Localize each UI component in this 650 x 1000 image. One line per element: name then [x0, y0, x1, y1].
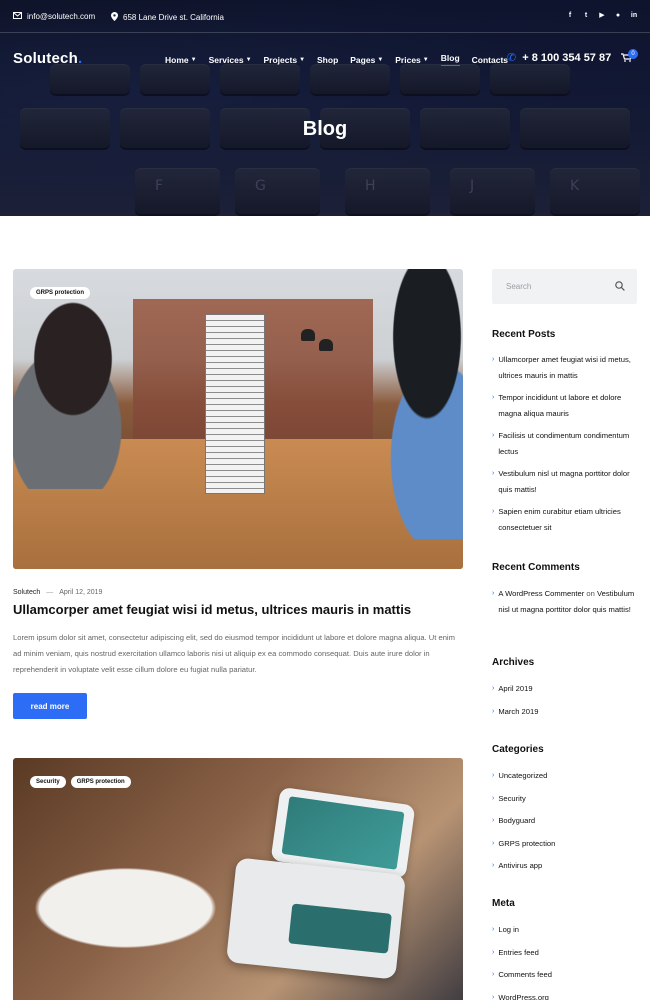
- chevron-right-icon: ›: [492, 432, 495, 439]
- search-input[interactable]: [492, 269, 612, 304]
- post-featured-image[interactable]: GRPS protection: [13, 269, 463, 569]
- chevron-right-icon: ›: [492, 707, 495, 715]
- recent-comment-item: › A WordPress Commenter on Vestibulum ni…: [492, 586, 638, 618]
- archives-title: Archives: [492, 657, 535, 668]
- read-more-button[interactable]: read more: [13, 693, 87, 719]
- meta-separator: —: [46, 589, 54, 596]
- categories-list: › Uncategorized › Security › Bodyguard › GRP…: [492, 768, 638, 881]
- main-navbar: Solutech. Home ▼ Services ▼ Projects ▼ Shop…: [0, 38, 650, 78]
- list-item[interactable]: › March 2019: [492, 704, 638, 727]
- chevron-right-icon: ›: [492, 794, 495, 802]
- main-menu: Home ▼ Services ▼ Projects ▼ Shop Pages ▼ Pr…: [165, 53, 508, 66]
- map-pin-icon: [111, 12, 118, 23]
- post-tags: GRPS protection: [30, 287, 91, 299]
- top-bar: info@solutech.com 658 Lane Drive st. Cal…: [0, 0, 650, 33]
- address-text: 658 Lane Drive st. California: [123, 13, 224, 22]
- list-item[interactable]: › Facilisis ut condimentum condimentum le…: [492, 428, 638, 460]
- chevron-down-icon: ▼: [190, 56, 197, 63]
- chevron-right-icon: ›: [492, 470, 495, 477]
- phone-number: + 8 100 354 57 87: [522, 51, 612, 64]
- page-hero: F G H J K info@solutech.com 658 Lane Dri…: [0, 0, 650, 216]
- chevron-right-icon: ›: [492, 772, 495, 779]
- list-item[interactable]: › Antivirus app: [492, 858, 638, 881]
- list-item[interactable]: › WordPress.org: [492, 990, 638, 1000]
- chevron-down-icon: ▼: [377, 56, 384, 63]
- comment-on-label: on: [586, 589, 595, 598]
- nav-item-services[interactable]: Services ▼: [209, 53, 252, 66]
- comment-author[interactable]: A WordPress Commenter: [498, 589, 584, 598]
- meta-title: Meta: [492, 898, 515, 909]
- social-links: f t ▶ ● in: [566, 11, 638, 20]
- post-featured-image[interactable]: Security GRPS protection: [13, 758, 463, 1000]
- cart-count-badge: 0: [628, 49, 638, 59]
- chevron-down-icon: ▼: [422, 56, 429, 63]
- email-contact[interactable]: info@solutech.com: [13, 12, 95, 21]
- list-item[interactable]: › Comments feed: [492, 967, 638, 990]
- list-item[interactable]: › Uncategorized: [492, 768, 638, 791]
- nav-item-pages[interactable]: Pages ▼: [350, 53, 383, 66]
- chevron-right-icon: ›: [492, 508, 495, 515]
- chevron-right-icon: ›: [492, 817, 495, 825]
- phone-icon: ✆: [507, 52, 517, 64]
- chevron-right-icon: ›: [492, 685, 495, 692]
- meta-list: › Log in › Entries feed › Comments feed › Wo…: [492, 922, 638, 1000]
- tag-badge[interactable]: Security: [30, 776, 66, 788]
- chevron-right-icon: ›: [492, 356, 495, 363]
- chevron-right-icon: ›: [492, 839, 495, 847]
- post-date[interactable]: April 12, 2019: [59, 589, 102, 596]
- recent-posts-title: Recent Posts: [492, 329, 556, 340]
- chevron-right-icon: ›: [492, 590, 495, 597]
- chevron-right-icon: ›: [492, 862, 495, 870]
- chevron-right-icon: ›: [492, 993, 495, 1000]
- chevron-right-icon: ›: [492, 971, 495, 979]
- twitter-icon[interactable]: t: [582, 11, 590, 19]
- post-author[interactable]: Solutech: [13, 589, 40, 596]
- facebook-icon[interactable]: f: [566, 11, 574, 19]
- archives-list: › April 2019 › March 2019: [492, 681, 638, 726]
- chevron-right-icon: ›: [492, 948, 495, 956]
- list-item[interactable]: › Vestibulum nisl ut magna porttitor dolo…: [492, 466, 638, 498]
- list-item[interactable]: › Security: [492, 791, 638, 814]
- address-contact: 658 Lane Drive st. California: [111, 12, 224, 23]
- post-tags: Security GRPS protection: [30, 776, 131, 788]
- tag-badge[interactable]: GRPS protection: [30, 287, 91, 299]
- categories-title: Categories: [492, 744, 544, 755]
- chevron-right-icon: ›: [492, 926, 495, 933]
- phone-contact[interactable]: ✆ + 8 100 354 57 87: [507, 51, 612, 65]
- linkedin-icon[interactable]: in: [630, 11, 638, 19]
- list-item[interactable]: › Bodyguard: [492, 813, 638, 836]
- youtube-icon[interactable]: ▶: [598, 11, 606, 19]
- nav-item-shop[interactable]: Shop: [317, 53, 338, 66]
- chevron-right-icon: ›: [492, 394, 495, 401]
- site-logo[interactable]: Solutech.: [13, 50, 82, 67]
- list-item[interactable]: › GRPS protection: [492, 836, 638, 859]
- chevron-down-icon: ▼: [299, 56, 306, 63]
- post-excerpt: Lorem ipsum dolor sit amet, consectetur …: [13, 633, 455, 674]
- search-widget: [492, 269, 637, 304]
- list-item[interactable]: › Entries feed: [492, 945, 638, 968]
- page-title: Blog: [302, 118, 348, 140]
- nav-item-projects[interactable]: Projects ▼: [264, 53, 306, 66]
- nav-item-prices[interactable]: Prices ▼: [395, 53, 428, 66]
- email-text: info@solutech.com: [27, 12, 96, 21]
- recent-posts-list: › Ullamcorper amet feugiat wisi id metus,…: [492, 352, 638, 542]
- search-icon[interactable]: [615, 281, 625, 294]
- envelope-icon: [13, 12, 22, 21]
- list-item[interactable]: › Sapien enim curabitur etiam ultricies c…: [492, 504, 638, 536]
- nav-item-home[interactable]: Home ▼: [165, 53, 197, 66]
- tag-badge[interactable]: GRPS protection: [70, 776, 131, 788]
- post-title[interactable]: Ullamcorper amet feugiat wisi id metus, …: [13, 602, 463, 617]
- list-item[interactable]: › Ullamcorper amet feugiat wisi id metus,…: [492, 352, 638, 384]
- github-icon[interactable]: ●: [614, 11, 622, 19]
- list-item[interactable]: › Log in: [492, 922, 638, 945]
- nav-item-blog[interactable]: Blog: [440, 53, 460, 66]
- nav-item-contacts[interactable]: Contacts: [472, 53, 508, 66]
- chevron-down-icon: ▼: [245, 56, 252, 63]
- list-item[interactable]: › April 2019: [492, 681, 638, 704]
- post-meta: Solutech — April 12, 2019: [13, 589, 102, 596]
- list-item[interactable]: › Tempor incididunt ut labore et dolore m…: [492, 390, 638, 422]
- recent-comments-title: Recent Comments: [492, 562, 580, 573]
